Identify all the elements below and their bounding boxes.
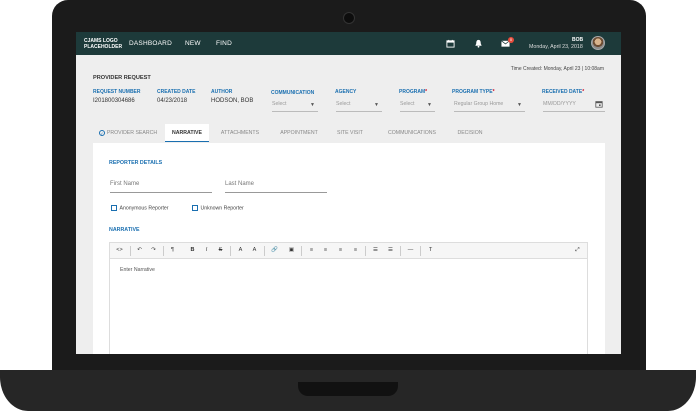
checkbox-box[interactable] (111, 205, 117, 211)
code-view-icon[interactable]: <> (115, 247, 124, 253)
horizontal-rule-icon[interactable]: — (406, 247, 415, 253)
fullscreen-icon[interactable]: ⤢ (573, 247, 582, 254)
divider (365, 246, 366, 256)
tab-provider-search[interactable]: ✓ PROVIDER SEARCH (93, 124, 163, 142)
chevron-down-icon: ▼ (427, 102, 432, 108)
author-value: HODSON, BOB (211, 98, 254, 104)
editor-toolbar: <> ↶ ↷ ¶ B I S A A 🔗 ▣ ≡ ≡ ≡ ≡ ☰ ☰ — T ⤢ (110, 243, 587, 259)
anonymous-reporter-checkbox[interactable]: Anonymous Reporter (111, 205, 169, 212)
screen: CJAMS LOGO PLACEHOLDER DASHBOARD NEW FIN… (76, 32, 621, 354)
superscript-icon[interactable]: A (236, 247, 245, 253)
align-left-icon[interactable]: ≡ (307, 247, 316, 253)
divider (400, 246, 401, 256)
check-circle-icon: ✓ (98, 130, 105, 136)
clear-format-icon[interactable]: T (426, 247, 435, 253)
time-created: Time Created: Monday, April 23 | 10:08am (510, 66, 604, 72)
communication-label: COMMUNICATION (271, 90, 315, 96)
divider (264, 246, 265, 256)
communication-select-value: Select (272, 101, 287, 107)
italic-icon[interactable]: I (202, 247, 211, 253)
narrative-editor[interactable]: <> ↶ ↷ ¶ B I S A A 🔗 ▣ ≡ ≡ ≡ ≡ ☰ ☰ — T ⤢… (109, 242, 588, 354)
avatar[interactable] (591, 36, 605, 50)
tab-decision[interactable]: DECISION (453, 124, 487, 142)
tab-narrative[interactable]: NARRATIVE (165, 124, 209, 142)
calendar-icon[interactable] (595, 100, 603, 108)
paragraph-icon[interactable]: ¶ (168, 247, 177, 253)
narrative-heading: NARRATIVE (109, 227, 140, 233)
program-select-value: Select (400, 101, 415, 107)
agency-select[interactable]: Select ▼ (336, 98, 382, 112)
program-label: PROGRAM* (399, 89, 428, 95)
author-label: AUTHOR (211, 89, 233, 95)
user-date: Monday, April 23, 2018 (529, 44, 583, 50)
received-date-input[interactable]: MM/DD/YYYY (543, 98, 605, 112)
tab-communications[interactable]: COMMUNICATIONS (373, 124, 451, 142)
first-name-field[interactable]: First Name (110, 181, 212, 193)
chevron-down-icon: ▼ (310, 102, 315, 108)
top-navigation: CJAMS LOGO PLACEHOLDER DASHBOARD NEW FIN… (76, 32, 621, 55)
mail-badge: 0 (508, 37, 514, 43)
divider (301, 246, 302, 256)
program-select[interactable]: Select ▼ (400, 98, 435, 112)
nav-dashboard[interactable]: DASHBOARD (129, 40, 172, 47)
align-right-icon[interactable]: ≡ (336, 247, 345, 253)
request-number-label: REQUEST NUMBER (93, 89, 141, 95)
checkbox-box[interactable] (192, 205, 198, 211)
created-date-label: CREATED DATE (157, 89, 196, 95)
page-title: PROVIDER REQUEST (93, 75, 151, 81)
communication-select[interactable]: Select ▼ (272, 98, 318, 112)
divider (163, 246, 164, 256)
request-number-value: I201800304686 (93, 98, 135, 104)
bullet-list-icon[interactable]: ☰ (371, 247, 380, 253)
numbered-list-icon[interactable]: ☰ (386, 247, 395, 253)
link-icon[interactable]: 🔗 (270, 247, 279, 253)
undo-icon[interactable]: ↶ (135, 247, 144, 253)
redo-icon[interactable]: ↷ (149, 247, 158, 253)
last-name-field[interactable]: Last Name (225, 181, 327, 193)
bold-icon[interactable]: B (188, 247, 197, 253)
program-type-select[interactable]: Regular Group Home ▼ (454, 98, 525, 112)
received-date-label: RECEIVED DATE* (542, 89, 585, 95)
chevron-down-icon: ▼ (517, 102, 522, 108)
nav-find[interactable]: FIND (216, 40, 232, 47)
user-name[interactable]: BOB (572, 37, 583, 43)
image-icon[interactable]: ▣ (287, 247, 296, 253)
unknown-reporter-checkbox[interactable]: Unknown Reporter (192, 205, 244, 212)
logo[interactable]: CJAMS LOGO PLACEHOLDER (84, 38, 124, 50)
program-type-label: PROGRAM TYPE* (452, 89, 495, 95)
tab-attachments[interactable]: ATTACHMENTS (211, 124, 269, 142)
agency-label: AGENCY (335, 89, 357, 95)
nav-new[interactable]: NEW (185, 40, 201, 47)
narrative-placeholder[interactable]: Enter Narrative (120, 267, 155, 273)
calendar-icon[interactable] (446, 39, 455, 48)
divider (420, 246, 421, 256)
narrative-panel: REPORTER DETAILS First Name Last Name An… (93, 143, 605, 354)
tab-site-visit[interactable]: SITE VISIT (329, 124, 371, 142)
bell-icon[interactable] (474, 39, 483, 48)
tab-appointment[interactable]: APPOINTMENT (271, 124, 327, 142)
agency-select-value: Select (336, 101, 351, 107)
created-date-value: 04/23/2018 (157, 98, 188, 104)
align-center-icon[interactable]: ≡ (321, 247, 330, 253)
received-date-placeholder: MM/DD/YYYY (543, 101, 576, 107)
chevron-down-icon: ▼ (374, 102, 379, 108)
divider (230, 246, 231, 256)
divider (130, 246, 131, 256)
strikethrough-icon[interactable]: S (216, 247, 225, 253)
subscript-icon[interactable]: A (250, 247, 259, 253)
webcam (343, 12, 355, 24)
align-justify-icon[interactable]: ≡ (351, 247, 360, 253)
program-type-select-value: Regular Group Home (454, 101, 504, 107)
laptop-notch (298, 382, 398, 396)
reporter-details-heading: REPORTER DETAILS (109, 160, 163, 166)
